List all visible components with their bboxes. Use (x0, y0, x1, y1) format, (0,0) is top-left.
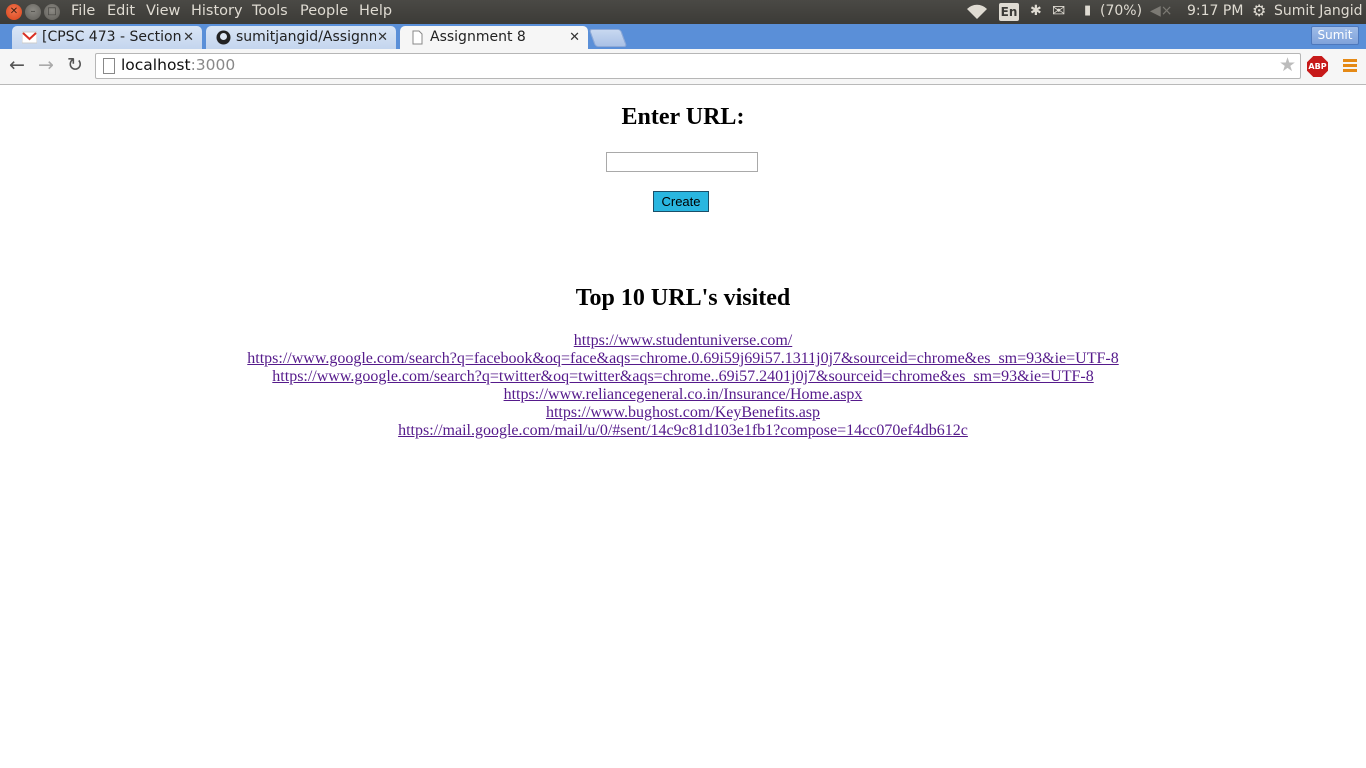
tab-gmail[interactable]: [CPSC 473 - Section 1 ✕ (12, 26, 202, 49)
window-close-button[interactable]: ✕ (6, 4, 22, 20)
mail-icon[interactable]: ✉ (1052, 1, 1065, 20)
url-input[interactable] (606, 152, 758, 172)
close-icon[interactable]: ✕ (377, 26, 388, 49)
menu-history[interactable]: History (191, 3, 243, 19)
menu-view[interactable]: View (146, 3, 180, 19)
close-icon[interactable]: ✕ (569, 26, 580, 49)
language-indicator[interactable]: En (999, 3, 1019, 21)
back-arrow-icon[interactable]: ← (6, 54, 28, 76)
url-link[interactable]: https://www.google.com/search?q=twitter&… (0, 368, 1366, 386)
wifi-icon[interactable] (966, 4, 988, 20)
url-list: https://www.studentuniverse.com/ https:/… (0, 332, 1366, 440)
gear-icon[interactable]: ⚙ (1252, 1, 1266, 20)
address-bar[interactable]: localhost:3000 ★ (95, 53, 1301, 79)
battery-icon[interactable]: ▮ (1084, 3, 1091, 18)
sound-muted-icon[interactable]: ◀× (1150, 3, 1173, 19)
close-icon[interactable]: ✕ (183, 26, 194, 49)
menu-file[interactable]: File (71, 3, 95, 19)
create-button[interactable]: Create (653, 191, 709, 212)
menu-tools[interactable]: Tools (252, 3, 288, 19)
tab-strip: [CPSC 473 - Section 1 ✕ sumitjangid/Assi… (0, 24, 1366, 49)
gmail-icon (22, 31, 37, 44)
new-tab-button[interactable] (588, 29, 628, 47)
page-icon (412, 30, 423, 45)
tab-assignment-8[interactable]: Assignment 8 ✕ (400, 26, 588, 49)
url-link[interactable]: https://www.reliancegeneral.co.in/Insura… (0, 386, 1366, 404)
forward-arrow-icon[interactable]: → (35, 54, 57, 76)
browser-toolbar: ← → ↻ localhost:3000 ★ ABP (0, 49, 1366, 85)
hamburger-menu-icon[interactable] (1343, 59, 1357, 73)
profile-button[interactable]: Sumit (1311, 26, 1359, 45)
system-top-panel: ✕ – □ File Edit View History Tools Peopl… (0, 0, 1366, 24)
github-icon (216, 30, 231, 45)
url-link[interactable]: https://mail.google.com/mail/u/0/#sent/1… (0, 422, 1366, 440)
enter-url-heading: Enter URL: (621, 104, 745, 130)
window-maximize-button[interactable]: □ (44, 4, 60, 20)
tab-label: sumitjangid/Assignm (236, 29, 376, 45)
bluetooth-icon[interactable]: ✱ (1030, 3, 1042, 19)
menu-edit[interactable]: Edit (107, 3, 135, 19)
adblock-icon[interactable]: ABP (1307, 56, 1328, 77)
url-link[interactable]: https://www.bughost.com/KeyBenefits.asp (0, 404, 1366, 422)
reload-icon[interactable]: ↻ (64, 54, 86, 76)
page-icon (103, 58, 115, 74)
clock[interactable]: 9:17 PM (1187, 3, 1243, 19)
tab-label: Assignment 8 (430, 29, 526, 45)
window-minimize-button[interactable]: – (25, 4, 41, 20)
page-content: Enter URL: Create Top 10 URL's visited h… (0, 85, 1366, 768)
address-text: localhost:3000 (121, 56, 236, 74)
menu-help[interactable]: Help (359, 3, 392, 19)
menu-people[interactable]: People (300, 3, 348, 19)
battery-percentage[interactable]: (70%) (1100, 3, 1142, 19)
top-urls-heading: Top 10 URL's visited (575, 285, 791, 311)
url-link[interactable]: https://www.studentuniverse.com/ (0, 332, 1366, 350)
user-name[interactable]: Sumit Jangid (1274, 3, 1362, 19)
url-link[interactable]: https://www.google.com/search?q=facebook… (0, 350, 1366, 368)
bookmark-star-icon[interactable]: ★ (1279, 54, 1296, 76)
tab-github[interactable]: sumitjangid/Assignm ✕ (206, 26, 396, 49)
tab-label: [CPSC 473 - Section 1 (42, 29, 182, 45)
